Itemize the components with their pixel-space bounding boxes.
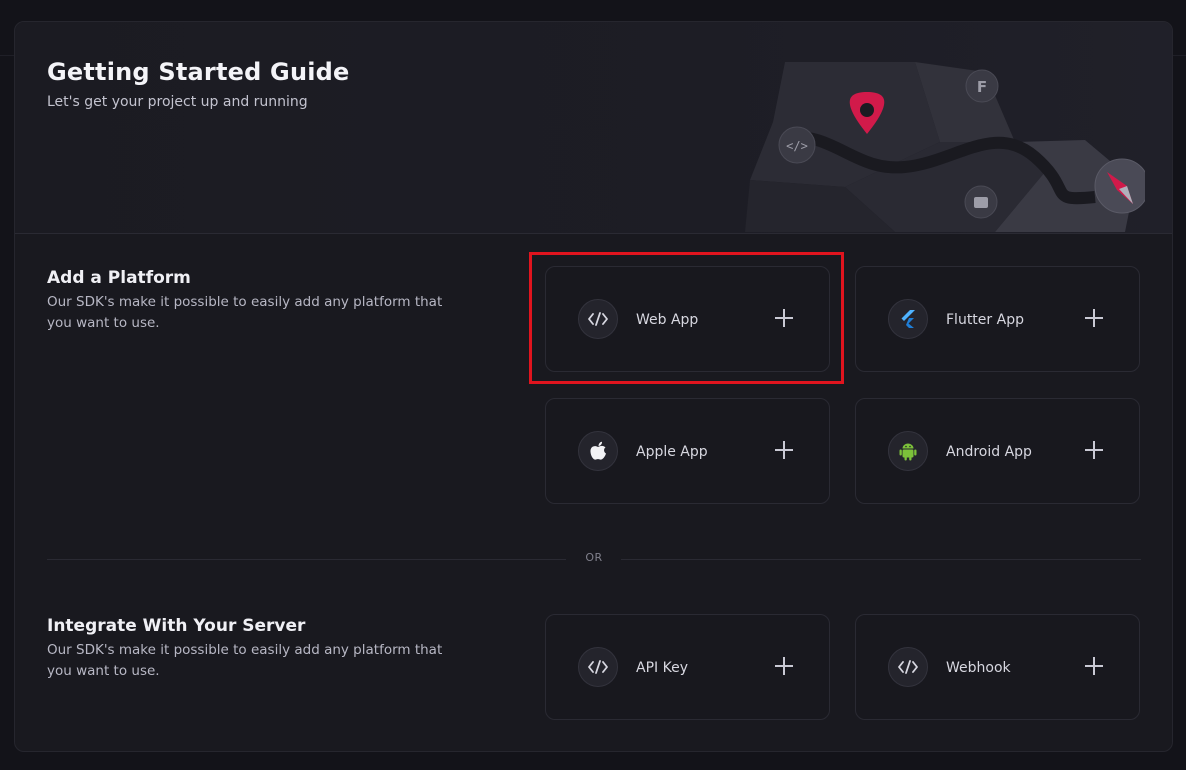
plus-icon[interactable] xyxy=(773,439,795,461)
hero-banner: Getting Started Guide Let's get your pro… xyxy=(15,22,1172,234)
code-icon xyxy=(888,647,928,687)
svg-text:</>: </> xyxy=(786,139,808,153)
divider-right xyxy=(621,559,1141,560)
page-title: Getting Started Guide xyxy=(47,58,350,86)
or-label: OR xyxy=(585,551,603,564)
plus-icon[interactable] xyxy=(773,655,795,677)
plus-icon[interactable] xyxy=(1083,439,1105,461)
flutter-app-label: Flutter App xyxy=(946,312,1024,328)
flutter-icon xyxy=(888,299,928,339)
map-illustration: </> F xyxy=(745,62,1145,232)
android-icon xyxy=(888,431,928,471)
platform-section-title: Add a Platform xyxy=(47,268,191,288)
server-section-description: Our SDK's make it possible to easily add… xyxy=(47,642,443,679)
flutter-app-tile[interactable]: Flutter App xyxy=(855,266,1140,372)
webhook-tile[interactable]: Webhook xyxy=(855,614,1140,720)
plus-icon[interactable] xyxy=(1083,307,1105,329)
android-app-label: Android App xyxy=(946,444,1032,460)
webhook-label: Webhook xyxy=(946,660,1011,676)
getting-started-card: Getting Started Guide Let's get your pro… xyxy=(14,21,1173,752)
platform-section-description: Our SDK's make it possible to easily add… xyxy=(47,294,443,331)
plus-icon[interactable] xyxy=(1083,655,1105,677)
apple-app-label: Apple App xyxy=(636,444,708,460)
highlight-box xyxy=(529,252,844,384)
server-section-title: Integrate With Your Server xyxy=(47,616,306,636)
svg-text:F: F xyxy=(977,78,987,96)
apple-icon xyxy=(578,431,618,471)
android-app-tile[interactable]: Android App xyxy=(855,398,1140,504)
apple-app-tile[interactable]: Apple App xyxy=(545,398,830,504)
api-key-label: API Key xyxy=(636,660,688,676)
page-subtitle: Let's get your project up and running xyxy=(47,94,308,110)
divider-left xyxy=(47,559,566,560)
api-key-tile[interactable]: API Key xyxy=(545,614,830,720)
code-icon xyxy=(578,647,618,687)
